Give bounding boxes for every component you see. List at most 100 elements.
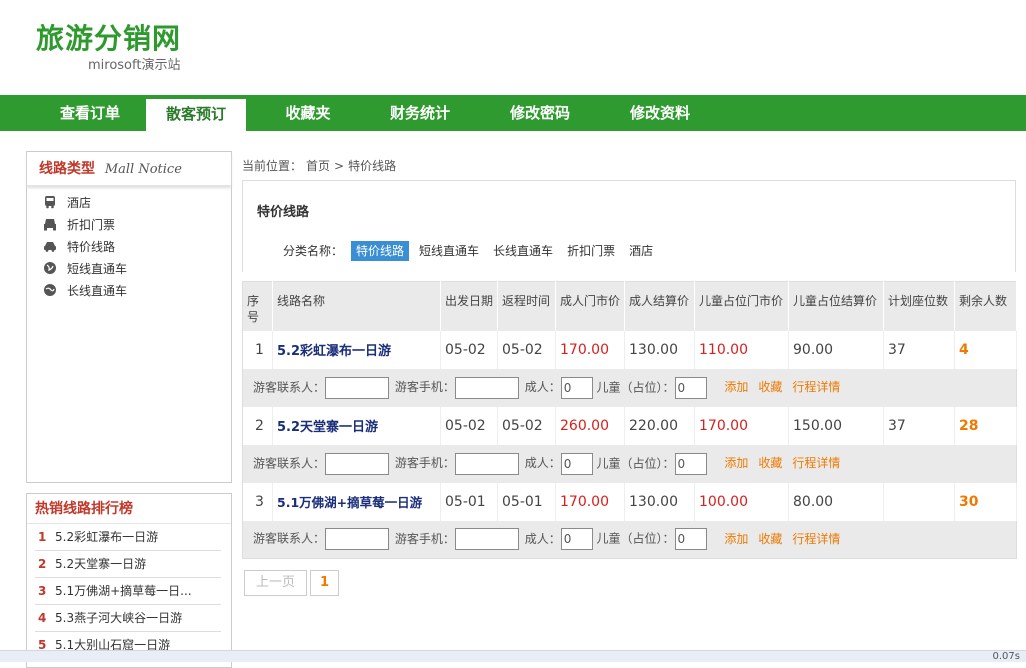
category-item-hotel[interactable]: 酒店 xyxy=(43,192,231,214)
site-logo-subtitle: mirosoft演示站 xyxy=(88,58,181,73)
add-link[interactable]: 添加 xyxy=(724,456,748,470)
favorite-link[interactable]: 收藏 xyxy=(758,532,782,546)
contact-label: 游客联系人： xyxy=(253,456,326,470)
site-logo-title[interactable]: 旅游分销网 xyxy=(36,17,181,57)
route-type-title: 线路类型 xyxy=(39,161,95,177)
phone-input[interactable] xyxy=(454,452,519,475)
route-section: 特价线路 分类名称： 特价线路 短线直通车 长线直通车 折扣门票 酒店 xyxy=(242,180,1016,272)
nav-finance[interactable]: 财务统计 xyxy=(370,95,470,131)
nav-change-password[interactable]: 修改密码 xyxy=(490,95,590,131)
child-label: 儿童（占位）： xyxy=(596,456,675,470)
ranking-item[interactable]: 1 5.2彩虹瀑布一日游 xyxy=(35,524,221,551)
breadcrumb-current[interactable]: 特价线路 xyxy=(348,159,396,173)
main-nav: 查看订单 散客预订 收藏夹 财务统计 修改密码 修改资料 xyxy=(0,95,1026,131)
adult-count-input[interactable]: 0 xyxy=(560,376,593,399)
nav-booking[interactable]: 散客预订 xyxy=(146,99,246,131)
category-item-long-line[interactable]: 长线直通车 xyxy=(43,280,231,302)
ranking-item[interactable]: 4 5.3燕子河大峡谷一日游 xyxy=(35,605,221,632)
col-child-market: 儿童占位门市价 xyxy=(694,281,789,331)
contact-label: 游客联系人： xyxy=(253,380,326,394)
cell-no: 3 xyxy=(242,482,273,521)
cell-depart: 05-02 xyxy=(440,406,498,445)
route-type-title-en: Mall Notice xyxy=(104,162,182,177)
ranking-list: 1 5.2彩虹瀑布一日游 2 5.2天堂寨一日游 3 5.1万佛湖+摘草莓一日... … xyxy=(27,524,231,659)
booking-form-row: 游客联系人： 游客手机： 成人： 0 儿童（占位）： 0 添加 收藏 行程详情 xyxy=(242,368,1017,407)
category-item-short-line[interactable]: 短线直通车 xyxy=(43,258,231,280)
adult-count-input[interactable]: 0 xyxy=(560,528,593,551)
child-label: 儿童（占位）： xyxy=(596,531,675,546)
breadcrumb-separator: > xyxy=(334,159,345,173)
route-type-header: 线路类型 Mall Notice xyxy=(27,152,231,186)
car-front-icon xyxy=(44,242,56,252)
favorite-link[interactable]: 收藏 xyxy=(758,456,782,470)
cell-return: 05-01 xyxy=(497,482,556,521)
nav-edit-profile[interactable]: 修改资料 xyxy=(610,95,710,131)
cell-route-name[interactable]: 5.2彩虹瀑布一日游 xyxy=(272,330,441,369)
table-row: 2 5.2天堂寨一日游 05-02 05-02 260.00 220.00 17… xyxy=(242,406,1017,445)
filter-tickets[interactable]: 折扣门票 xyxy=(567,244,615,258)
itinerary-link[interactable]: 行程详情 xyxy=(792,380,840,394)
rank-label: 5.2天堂寨一日游 xyxy=(55,557,147,571)
child-count-input[interactable]: 0 xyxy=(674,528,707,551)
status-timing: 0.07s xyxy=(992,651,1020,662)
cell-child-settle: 80.00 xyxy=(788,482,884,521)
cell-route-name[interactable]: 5.1万佛湖+摘草莓一日游 xyxy=(272,482,441,521)
ranking-item[interactable]: 3 5.1万佛湖+摘草莓一日... xyxy=(35,578,221,605)
category-label: 酒店 xyxy=(67,196,92,210)
route-type-panel: 线路类型 Mall Notice 酒店 折扣门票 特价线路 短线直通车 长线直通… xyxy=(26,151,232,483)
col-remaining: 剩余人数 xyxy=(954,281,1017,331)
cell-route-name[interactable]: 5.2天堂寨一日游 xyxy=(272,406,441,445)
breadcrumb-home[interactable]: 首页 xyxy=(306,159,330,173)
contact-input[interactable] xyxy=(325,528,390,551)
phone-input[interactable] xyxy=(454,376,519,399)
adult-label: 成人： xyxy=(524,380,561,394)
col-planned-seats: 计划座位数 xyxy=(883,281,955,331)
category-item-special-routes[interactable]: 特价线路 xyxy=(43,236,231,258)
cell-adult-settle: 220.00 xyxy=(624,406,695,445)
filter-short-line[interactable]: 短线直通车 xyxy=(419,244,479,258)
category-filter: 分类名称： 特价线路 短线直通车 长线直通车 折扣门票 酒店 xyxy=(283,241,667,261)
filter-long-line[interactable]: 长线直通车 xyxy=(493,244,553,258)
child-label: 儿童（占位）： xyxy=(596,380,675,394)
hot-ranking-panel: 热销线路排行榜 1 5.2彩虹瀑布一日游 2 5.2天堂寨一日游 3 5.1万佛湖+摘… xyxy=(26,493,232,668)
nav-view-orders[interactable]: 查看订单 xyxy=(24,95,156,131)
col-no: 序号 xyxy=(242,281,273,331)
col-route-name: 线路名称 xyxy=(272,281,441,331)
page-number-current[interactable]: 1 xyxy=(310,570,340,596)
category-label: 折扣门票 xyxy=(67,218,116,232)
contact-input[interactable] xyxy=(325,376,390,399)
phone-label: 游客手机： xyxy=(394,380,455,394)
prev-page-button[interactable]: 上一页 xyxy=(244,570,308,596)
adult-label: 成人： xyxy=(524,531,561,546)
add-link[interactable]: 添加 xyxy=(724,380,748,394)
category-label: 长线直通车 xyxy=(67,284,128,298)
globe-icon xyxy=(44,284,56,296)
cell-depart: 05-01 xyxy=(440,482,498,521)
add-link[interactable]: 添加 xyxy=(724,532,748,546)
cell-child-settle: 90.00 xyxy=(788,330,884,369)
booking-form-row: 游客联系人： 游客手机： 成人： 0 儿童（占位）： 0 添加 收藏 行程详情 xyxy=(242,444,1017,483)
cell-child-market: 100.00 xyxy=(694,482,789,521)
category-item-tickets[interactable]: 折扣门票 xyxy=(43,214,231,236)
favorite-link[interactable]: 收藏 xyxy=(758,380,782,394)
globe-icon xyxy=(44,262,56,274)
rank-number: 2 xyxy=(38,557,47,571)
child-count-input[interactable]: 0 xyxy=(674,452,707,475)
child-count-input[interactable]: 0 xyxy=(674,376,707,399)
itinerary-link[interactable]: 行程详情 xyxy=(792,532,840,546)
col-depart-date: 出发日期 xyxy=(440,281,498,331)
cell-depart: 05-02 xyxy=(440,330,498,369)
adult-count-input[interactable]: 0 xyxy=(560,452,593,475)
filter-hotel[interactable]: 酒店 xyxy=(629,244,653,258)
cell-adult-market: 170.00 xyxy=(555,482,625,521)
itinerary-link[interactable]: 行程详情 xyxy=(792,456,840,470)
phone-input[interactable] xyxy=(454,528,519,551)
filter-special-routes[interactable]: 特价线路 xyxy=(351,241,410,261)
category-label: 特价线路 xyxy=(67,240,116,254)
cell-no: 2 xyxy=(242,406,273,445)
browser-status-bar: 0.07s xyxy=(0,650,1026,662)
ranking-item[interactable]: 2 5.2天堂寨一日游 xyxy=(35,551,221,578)
contact-input[interactable] xyxy=(325,452,390,475)
nav-favorites[interactable]: 收藏夹 xyxy=(258,95,358,131)
car-icon xyxy=(44,219,56,231)
